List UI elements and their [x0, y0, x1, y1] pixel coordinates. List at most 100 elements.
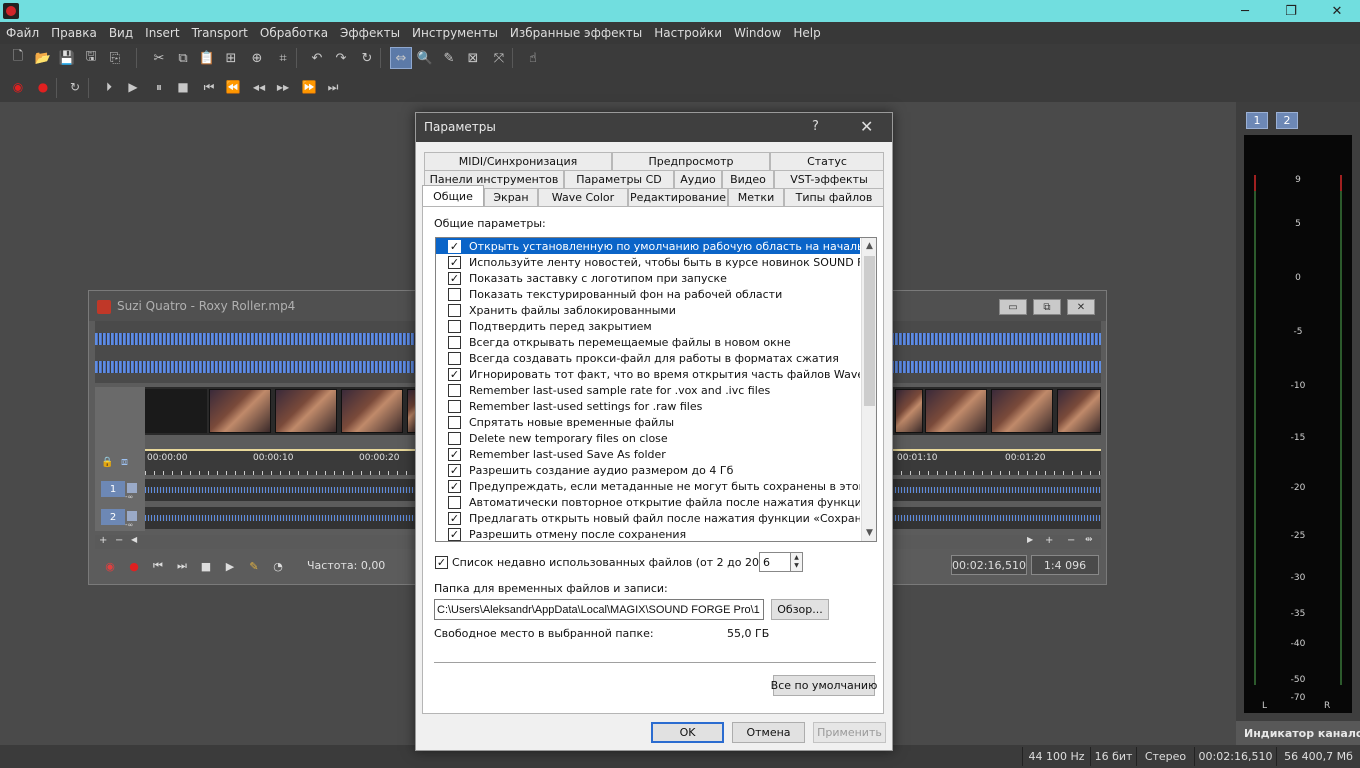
- zoom-ratio-field[interactable]: 1:4 096: [1031, 555, 1099, 575]
- mix-icon[interactable]: ⊕: [246, 47, 268, 69]
- option-row[interactable]: Спрятать новые временные файлы: [436, 414, 860, 430]
- play-icon[interactable]: ▶: [122, 76, 144, 98]
- options-scrollbar[interactable]: ▲ ▼: [861, 238, 876, 541]
- open-folder-icon[interactable]: 📂: [32, 47, 54, 69]
- cut-icon[interactable]: ✂: [148, 47, 170, 69]
- tab-general[interactable]: Общие: [422, 185, 484, 207]
- option-row[interactable]: Всегда создавать прокси-файл для работы …: [436, 350, 860, 366]
- scrollbar-thumb[interactable]: [864, 256, 875, 406]
- menu-item[interactable]: Правка: [45, 26, 103, 40]
- go-end-icon[interactable]: ⏭: [322, 76, 344, 98]
- magnify-tool-icon[interactable]: 🔍: [414, 47, 436, 69]
- repeat-icon[interactable]: ↻: [356, 47, 378, 69]
- redo-icon[interactable]: ↷: [330, 47, 352, 69]
- dialog-title-bar[interactable]: Параметры ? ✕: [416, 113, 892, 142]
- menu-item[interactable]: Избранные эффекты: [504, 26, 648, 40]
- save-all-icon[interactable]: ⎘: [104, 47, 126, 69]
- option-row[interactable]: ✓ Разрешить отмену после сохранения: [436, 526, 860, 541]
- option-row[interactable]: Автоматически повторное открытие файла п…: [436, 494, 860, 510]
- menu-item[interactable]: Help: [787, 26, 826, 40]
- menu-item[interactable]: Инструменты: [406, 26, 504, 40]
- reset-defaults-button[interactable]: Все по умолчанию: [771, 675, 877, 696]
- play-icon[interactable]: ▶: [221, 557, 239, 575]
- envelope-tool-icon[interactable]: ⤧: [488, 47, 510, 69]
- doc-minimize-button[interactable]: ▭: [999, 299, 1027, 315]
- option-checkbox[interactable]: [448, 303, 461, 317]
- menu-item[interactable]: Файл: [0, 26, 45, 40]
- option-checkbox[interactable]: ✓: [448, 479, 461, 493]
- apply-button[interactable]: Применить: [813, 722, 886, 743]
- lock-icon[interactable]: 🔒: [101, 457, 113, 468]
- stop-icon[interactable]: ■: [197, 557, 215, 575]
- maximize-button[interactable]: ❐: [1268, 0, 1314, 22]
- zoom-in-icon[interactable]: +: [99, 535, 107, 546]
- copy-icon[interactable]: ⧉: [172, 47, 194, 69]
- tab-preview[interactable]: Предпросмотр: [612, 152, 770, 170]
- option-checkbox[interactable]: [448, 335, 461, 349]
- tab-markers[interactable]: Метки: [728, 188, 784, 206]
- menu-item[interactable]: Window: [728, 26, 787, 40]
- option-checkbox[interactable]: ✓: [448, 527, 461, 541]
- record-arm-icon[interactable]: ◉: [101, 557, 119, 575]
- close-button[interactable]: ✕: [1314, 0, 1360, 22]
- option-checkbox[interactable]: ✓: [448, 271, 461, 285]
- prev-marker-icon[interactable]: ⏪: [222, 76, 244, 98]
- menu-item[interactable]: Transport: [186, 26, 254, 40]
- menu-item[interactable]: Обработка: [254, 26, 334, 40]
- option-checkbox[interactable]: ✓: [448, 239, 461, 253]
- menu-item[interactable]: Настройки: [648, 26, 728, 40]
- doc-close-button[interactable]: ✕: [1067, 299, 1095, 315]
- tab-midi-sync[interactable]: MIDI/Синхронизация: [424, 152, 612, 170]
- zoom-in-icon[interactable]: +: [1045, 535, 1053, 546]
- paste-special-icon[interactable]: ⊞: [220, 47, 242, 69]
- option-row[interactable]: ✓ Используйте ленту новостей, чтобы быть …: [436, 254, 860, 270]
- record-arm-icon[interactable]: ◉: [7, 76, 29, 98]
- tab-vst-effects[interactable]: VST-эффекты: [774, 170, 884, 188]
- option-row[interactable]: Всегда открывать перемещаемые файлы в но…: [436, 334, 860, 350]
- option-checkbox[interactable]: [448, 351, 461, 365]
- edit-tool-icon[interactable]: ⇔: [390, 47, 412, 69]
- rewind-icon[interactable]: ◀◀: [248, 76, 270, 98]
- option-row[interactable]: Хранить файлы заблокированными: [436, 302, 860, 318]
- channel-2-minimize-icon[interactable]: [127, 511, 137, 521]
- option-row[interactable]: ✓ Показать заставку с логотипом при запус…: [436, 270, 860, 286]
- undo-icon[interactable]: ↶: [306, 47, 328, 69]
- zoom-out-icon[interactable]: −: [115, 535, 123, 546]
- cancel-button[interactable]: Отмена: [732, 722, 805, 743]
- fast-forward-icon[interactable]: ▶▶: [272, 76, 294, 98]
- scroll-left-icon[interactable]: ◀: [131, 535, 137, 544]
- scroll-right-icon[interactable]: ▶: [1027, 535, 1033, 544]
- general-options-list[interactable]: ✓ Открыть установленную по умолчанию рабо…: [435, 237, 877, 542]
- go-start-icon[interactable]: ⏮: [149, 557, 167, 575]
- option-row[interactable]: ✓ Предлагать открыть новый файл после наж…: [436, 510, 860, 526]
- next-marker-icon[interactable]: ⏩: [298, 76, 320, 98]
- zoom-fit-icon[interactable]: ⇹: [1085, 535, 1093, 545]
- channel-1-label[interactable]: 1: [101, 481, 125, 497]
- dialog-help-button[interactable]: ?: [812, 119, 819, 134]
- menu-item[interactable]: Вид: [103, 26, 139, 40]
- save-as-icon[interactable]: 🖫: [80, 47, 102, 69]
- option-row[interactable]: ✓ Игнорировать тот факт, что во время отк…: [436, 366, 860, 382]
- recent-files-count-input[interactable]: 6: [759, 552, 791, 572]
- option-checkbox[interactable]: ✓: [448, 367, 461, 381]
- option-row[interactable]: ✓ Разрешить создание аудио размером до 4 …: [436, 462, 860, 478]
- snap-icon[interactable]: ⧈: [121, 455, 128, 469]
- option-checkbox[interactable]: [448, 431, 461, 445]
- tab-audio[interactable]: Аудио: [674, 170, 722, 188]
- option-row[interactable]: Remember last-used settings for .raw fil…: [436, 398, 860, 414]
- meter-channel-1-button[interactable]: 1: [1246, 112, 1268, 129]
- option-checkbox[interactable]: [448, 383, 461, 397]
- meter-channel-2-button[interactable]: 2: [1276, 112, 1298, 129]
- doc-maximize-button[interactable]: ⧉: [1033, 299, 1061, 315]
- tab-cd-settings[interactable]: Параметры CD: [564, 170, 674, 188]
- minimize-button[interactable]: ─: [1222, 0, 1268, 22]
- option-row[interactable]: ✓ Открыть установленную по умолчанию рабо…: [436, 238, 860, 254]
- edit-tool-icon[interactable]: ✎: [245, 557, 263, 575]
- record-icon[interactable]: ●: [125, 557, 143, 575]
- menu-item[interactable]: Insert: [139, 26, 185, 40]
- recent-files-spinner[interactable]: ▲ ▼: [791, 552, 803, 572]
- dialog-close-button[interactable]: ✕: [860, 117, 873, 136]
- pencil-tool-icon[interactable]: ✎: [438, 47, 460, 69]
- help-icon[interactable]: ☝: [522, 47, 544, 69]
- recent-files-checkbox[interactable]: ✓: [435, 555, 448, 569]
